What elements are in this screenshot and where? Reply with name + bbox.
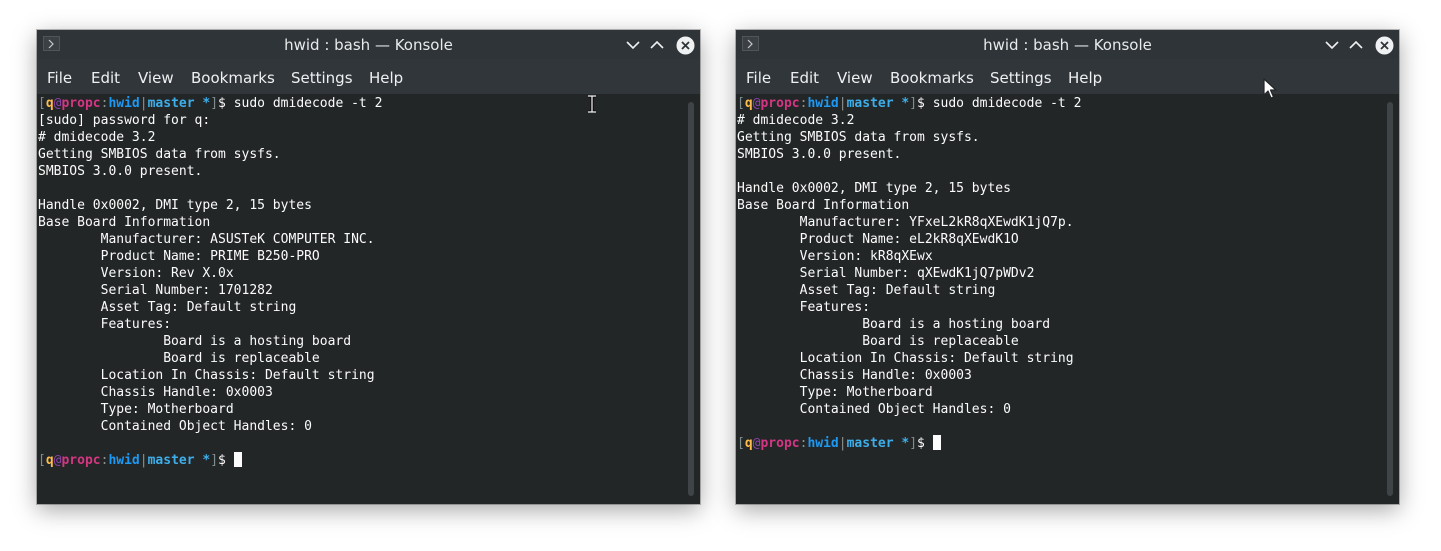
arrow-pointer-icon [1263,78,1277,99]
menu-edit[interactable]: Edit [91,69,120,87]
command-output: [sudo] password for q: # dmidecode 3.2 G… [38,113,375,434]
text-cursor [932,435,941,450]
prompt-dir: hwid [108,96,140,111]
prompt-host: propc [61,96,101,111]
menu-settings[interactable]: Settings [291,69,353,87]
menu-edit[interactable]: Edit [790,69,819,87]
title-bar[interactable]: hwid : bash — Konsole [736,30,1399,59]
scrollbar[interactable] [1387,102,1393,496]
command-text: sudo dmidecode -t 2 [225,96,383,111]
prompt-line: [q@propc:hwid|master *]$ sudo dmidecode … [38,96,383,111]
command-output: # dmidecode 3.2 Getting SMBIOS data from… [737,113,1074,417]
window-title: hwid : bash — Konsole [983,36,1152,54]
chevron-down-icon[interactable] [1323,36,1341,54]
title-bar[interactable]: hwid : bash — Konsole [37,30,700,59]
terminal-output[interactable]: [q@propc:hwid|master *]$ sudo dmidecode … [37,94,682,504]
menu-bookmarks[interactable]: Bookmarks [890,69,974,87]
menu-bar: File Edit View Bookmarks Settings Help [736,59,1399,94]
close-icon[interactable] [676,36,695,55]
chevron-down-icon[interactable] [624,36,642,54]
menu-help[interactable]: Help [369,69,403,87]
command-text: sudo dmidecode -t 2 [924,96,1082,111]
chevron-up-icon[interactable] [1347,36,1365,54]
text-cursor [233,452,242,467]
prompt-line: [q@propc:hwid|master *]$ [737,435,941,451]
terminal-output[interactable]: [q@propc:hwid|master *]$ sudo dmidecode … [736,94,1381,504]
prompt-line: [q@propc:hwid|master *]$ [38,452,242,468]
konsole-window-left[interactable]: hwid : bash — Konsole File Edit View Boo… [37,30,700,504]
menu-bar: File Edit View Bookmarks Settings Help [37,59,700,94]
chevron-up-icon[interactable] [648,36,666,54]
konsole-window-right[interactable]: hwid : bash — Konsole File Edit View Boo… [736,30,1399,504]
menu-help[interactable]: Help [1068,69,1102,87]
menu-file[interactable]: File [746,69,771,87]
i-beam-cursor-icon [588,95,596,113]
prompt-user: q [45,96,54,111]
prompt-branch: master [147,96,195,111]
window-title: hwid : bash — Konsole [284,36,453,54]
menu-bookmarks[interactable]: Bookmarks [191,69,275,87]
menu-settings[interactable]: Settings [990,69,1052,87]
prompt-line: [q@propc:hwid|master *]$ sudo dmidecode … [737,96,1082,111]
menu-view[interactable]: View [138,69,174,87]
close-icon[interactable] [1375,36,1394,55]
menu-view[interactable]: View [837,69,873,87]
scrollbar[interactable] [688,102,694,496]
menu-file[interactable]: File [47,69,72,87]
